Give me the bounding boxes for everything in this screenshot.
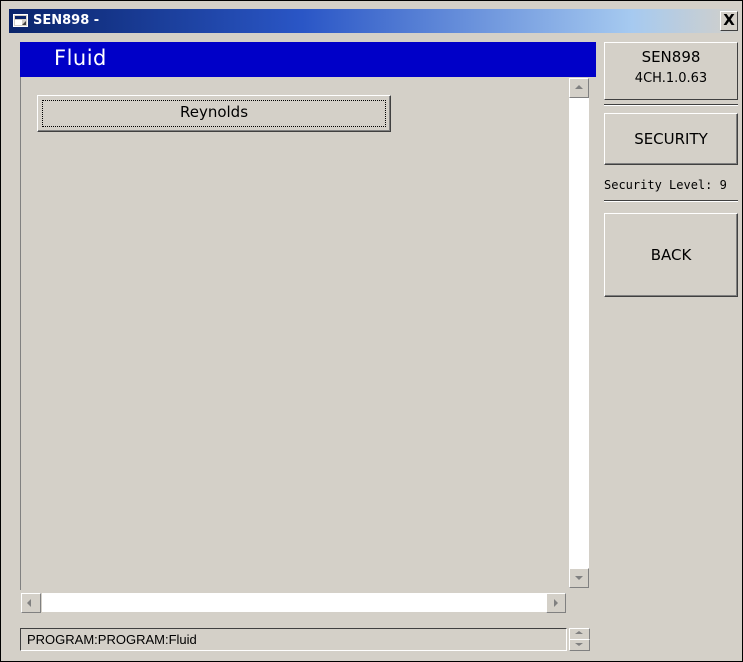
arrow-right-icon [554,599,562,607]
reynolds-button-label: Reynolds [179,103,249,121]
reynolds-button[interactable]: Reynolds [37,95,391,132]
app-window: SEN898 - X Fluid Reynolds PROGRAM:PROGRA [0,0,743,662]
window-title: SEN898 - [33,13,100,28]
arrow-down-icon [575,643,583,649]
arrow-up-icon [575,628,583,634]
security-level-text: Security Level: 9 [604,178,727,192]
back-button-label: BACK [650,246,692,264]
page-header: Fluid [20,42,596,77]
title-bar[interactable]: SEN898 - X [9,9,742,33]
horizontal-scrollbar[interactable] [20,590,568,615]
menu-list: Reynolds [20,77,569,590]
vertical-scrollbar[interactable] [568,77,590,590]
status-bar: PROGRAM:PROGRAM:Fluid [20,628,567,651]
status-text: PROGRAM:PROGRAM:Fluid [27,632,197,647]
arrow-up-icon [575,81,583,89]
close-icon: X [723,11,735,29]
scroll-up-button[interactable] [569,78,589,98]
arrow-left-icon [23,599,31,607]
scroll-right-button[interactable] [546,593,566,613]
app-window-icon [13,14,28,27]
vertical-scroll-track[interactable] [569,98,589,568]
scroll-left-button[interactable] [21,593,41,613]
security-button-label: SECURITY [634,130,708,148]
firmware-version: 4CH.1.0.63 [634,71,708,86]
close-button[interactable]: X [720,11,738,31]
back-button[interactable]: BACK [604,213,738,297]
arrow-down-icon [575,576,583,584]
spinner-down-button[interactable] [569,639,590,651]
horizontal-scroll-track[interactable] [42,593,546,612]
scroll-down-button[interactable] [569,568,589,588]
page-title: Fluid [54,46,107,70]
divider [604,104,738,106]
device-name: SEN898 [641,48,701,66]
version-box: SEN898 4CH.1.0.63 [604,42,738,100]
status-spinner[interactable] [569,628,590,651]
security-button[interactable]: SECURITY [604,113,738,165]
divider [604,200,738,202]
